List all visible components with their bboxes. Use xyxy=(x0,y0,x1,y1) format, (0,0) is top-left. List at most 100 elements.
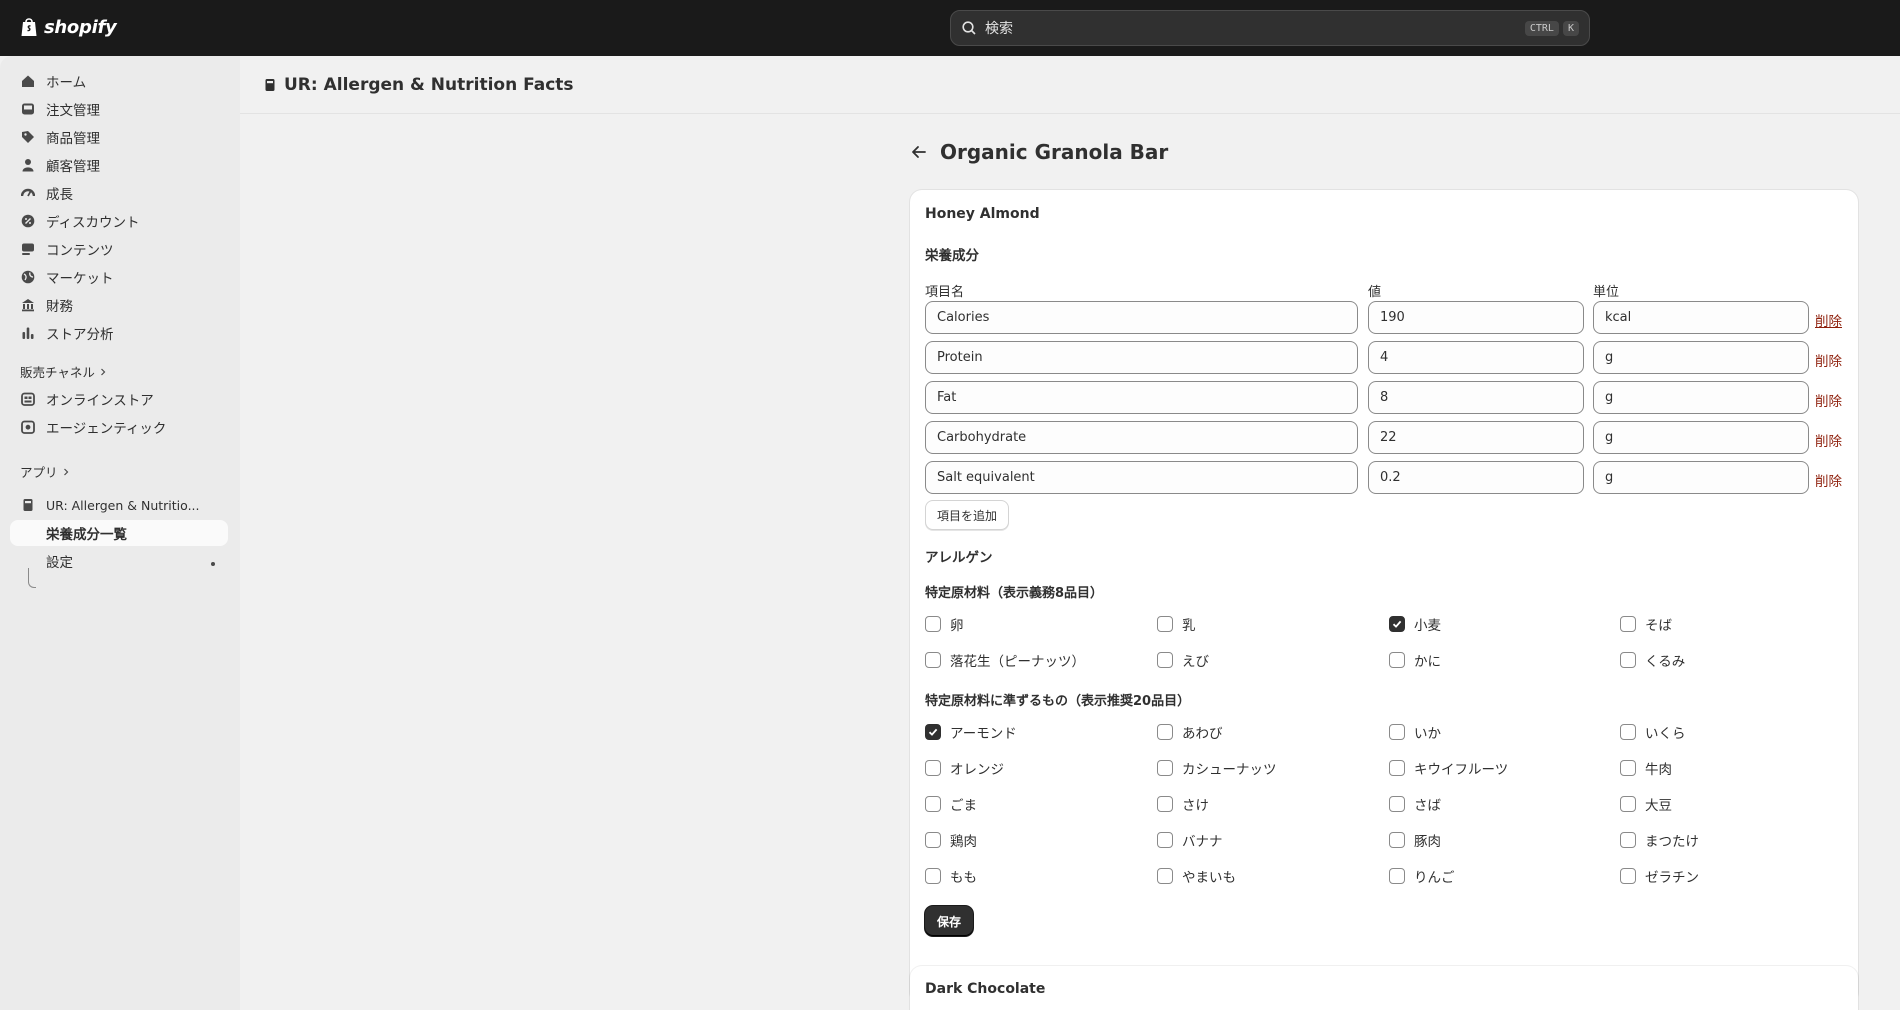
allergen-checkbox[interactable]: 豚肉 xyxy=(1389,830,1441,850)
back-arrow-icon[interactable] xyxy=(910,143,928,161)
sales-channels-section[interactable]: 販売チャネル xyxy=(20,362,107,381)
sidebar-item-markets[interactable]: マーケット xyxy=(10,264,228,290)
search-input[interactable]: 検索 CTRL K xyxy=(950,10,1590,46)
allergen-checkbox[interactable]: もも xyxy=(925,866,977,886)
delete-row-button[interactable]: 削除 xyxy=(1815,350,1842,370)
allergen-checkbox[interactable]: 卵 xyxy=(925,614,964,634)
checkbox[interactable] xyxy=(1389,796,1405,812)
checkbox[interactable] xyxy=(1157,832,1173,848)
allergen-checkbox[interactable]: 落花生（ピーナッツ） xyxy=(925,650,1085,670)
checkbox[interactable] xyxy=(1157,616,1173,632)
sidebar-item-agentic[interactable]: エージェンティック xyxy=(10,414,228,440)
nutrient-unit-field[interactable]: g xyxy=(1593,341,1809,374)
checkbox[interactable] xyxy=(1389,724,1405,740)
inbox-icon xyxy=(20,101,36,117)
sidebar-item-content[interactable]: コンテンツ xyxy=(10,236,228,262)
add-row-button[interactable]: 項目を追加 xyxy=(925,500,1010,530)
checkbox[interactable] xyxy=(925,796,941,812)
checkbox[interactable] xyxy=(1620,652,1636,668)
allergen-checkbox[interactable]: 牛肉 xyxy=(1620,758,1672,778)
allergen-checkbox[interactable]: バナナ xyxy=(1157,830,1223,850)
checkbox[interactable] xyxy=(925,760,941,776)
nutrient-unit-field[interactable]: g xyxy=(1593,421,1809,454)
allergen-checkbox[interactable]: カシューナッツ xyxy=(1157,758,1277,778)
delete-row-button[interactable]: 削除 xyxy=(1815,310,1842,330)
delete-row-button[interactable]: 削除 xyxy=(1815,470,1842,490)
sidebar-item-app[interactable]: UR: Allergen & Nutritio... xyxy=(10,492,228,518)
allergen-checkbox[interactable]: いか xyxy=(1389,722,1441,742)
sidebar-item-customers[interactable]: 顧客管理 xyxy=(10,152,228,178)
allergen-checkbox[interactable]: 小麦 xyxy=(1389,614,1441,634)
allergen-checkbox[interactable]: くるみ xyxy=(1620,650,1685,670)
checkbox[interactable] xyxy=(1389,868,1405,884)
allergen-checkbox[interactable]: ゼラチン xyxy=(1620,866,1699,886)
checkbox[interactable] xyxy=(1157,652,1173,668)
shopify-logo[interactable]: shopify xyxy=(20,16,117,38)
sidebar-item-discounts[interactable]: ディスカウント xyxy=(10,208,228,234)
allergen-checkbox[interactable]: さけ xyxy=(1157,794,1209,814)
checkbox[interactable] xyxy=(1157,760,1173,776)
nutrient-name-field[interactable]: Protein xyxy=(925,341,1358,374)
nutrient-unit-field[interactable]: g xyxy=(1593,381,1809,414)
nutrient-name-field[interactable]: Fat xyxy=(925,381,1358,414)
checkbox-checked[interactable] xyxy=(925,724,941,740)
allergen-checkbox[interactable]: りんご xyxy=(1389,866,1455,886)
checkbox[interactable] xyxy=(925,652,941,668)
nutrient-unit-field[interactable]: g xyxy=(1593,461,1809,494)
allergen-checkbox[interactable]: えび xyxy=(1157,650,1209,670)
checkbox[interactable] xyxy=(925,616,941,632)
sidebar-item-home[interactable]: ホーム xyxy=(10,68,228,94)
sidebar-subitem-settings[interactable]: 設定 xyxy=(10,548,228,574)
delete-row-button[interactable]: 削除 xyxy=(1815,430,1842,450)
delete-row-button[interactable]: 削除 xyxy=(1815,390,1842,410)
allergen-checkbox[interactable]: そば xyxy=(1620,614,1672,634)
nutrient-name-field[interactable]: Calories xyxy=(925,301,1358,334)
allergen-label: えび xyxy=(1182,654,1209,670)
save-button[interactable]: 保存 xyxy=(925,906,974,936)
checkbox[interactable] xyxy=(1620,832,1636,848)
checkbox[interactable] xyxy=(1157,724,1173,740)
nutrient-value-field[interactable]: 8 xyxy=(1368,381,1584,414)
nutrient-value-field[interactable]: 0.2 xyxy=(1368,461,1584,494)
allergen-checkbox[interactable]: いくら xyxy=(1620,722,1686,742)
checkbox[interactable] xyxy=(1620,724,1636,740)
sidebar-item-orders[interactable]: 注文管理 xyxy=(10,96,228,122)
allergen-checkbox[interactable]: 大豆 xyxy=(1620,794,1672,814)
sidebar-subitem-nutrition-list[interactable]: 栄養成分一覧 xyxy=(10,520,228,546)
allergen-checkbox[interactable]: ごま xyxy=(925,794,977,814)
allergen-checkbox[interactable]: さば xyxy=(1389,794,1441,814)
checkbox[interactable] xyxy=(1620,760,1636,776)
sidebar-item-growth[interactable]: 成長 xyxy=(10,180,228,206)
nutrient-value-field[interactable]: 22 xyxy=(1368,421,1584,454)
nutrient-unit-field[interactable]: kcal xyxy=(1593,301,1809,334)
checkbox[interactable] xyxy=(1157,868,1173,884)
nutrient-name-field[interactable]: Salt equivalent xyxy=(925,461,1358,494)
checkbox[interactable] xyxy=(925,868,941,884)
allergen-checkbox[interactable]: かに xyxy=(1389,650,1441,670)
allergen-checkbox[interactable]: 乳 xyxy=(1157,614,1196,634)
allergen-checkbox[interactable]: まつたけ xyxy=(1620,830,1699,850)
checkbox[interactable] xyxy=(925,832,941,848)
allergen-checkbox[interactable]: アーモンド xyxy=(925,722,1017,742)
allergen-checkbox[interactable]: キウイフルーツ xyxy=(1389,758,1508,778)
allergen-checkbox[interactable]: あわび xyxy=(1157,722,1223,742)
sidebar-item-analytics[interactable]: ストア分析 xyxy=(10,320,228,346)
allergen-checkbox[interactable]: 鶏肉 xyxy=(925,830,977,850)
checkbox[interactable] xyxy=(1620,616,1636,632)
sidebar-item-finance[interactable]: 財務 xyxy=(10,292,228,318)
allergen-checkbox[interactable]: やまいも xyxy=(1157,866,1236,886)
checkbox[interactable] xyxy=(1157,796,1173,812)
checkbox[interactable] xyxy=(1389,760,1405,776)
checkbox-checked[interactable] xyxy=(1389,616,1405,632)
allergen-checkbox[interactable]: オレンジ xyxy=(925,758,1004,778)
apps-section[interactable]: アプリ xyxy=(20,462,70,481)
nutrient-value-field[interactable]: 4 xyxy=(1368,341,1584,374)
nutrient-name-field[interactable]: Carbohydrate xyxy=(925,421,1358,454)
checkbox[interactable] xyxy=(1389,832,1405,848)
checkbox[interactable] xyxy=(1389,652,1405,668)
nutrient-value-field[interactable]: 190 xyxy=(1368,301,1584,334)
sidebar-item-online-store[interactable]: オンラインストア xyxy=(10,386,228,412)
sidebar-item-products[interactable]: 商品管理 xyxy=(10,124,228,150)
checkbox[interactable] xyxy=(1620,796,1636,812)
checkbox[interactable] xyxy=(1620,868,1636,884)
